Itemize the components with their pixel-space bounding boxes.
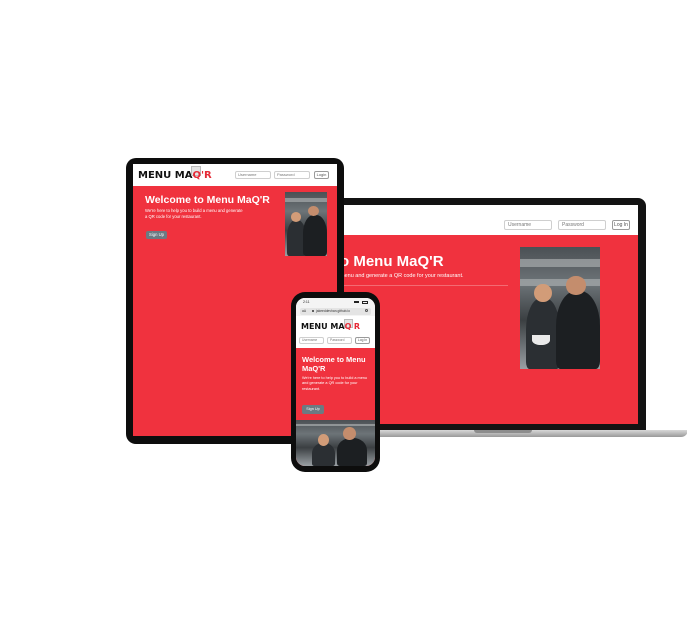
tablet-signup-button[interactable]: Sign Up — [146, 231, 167, 239]
laptop-username-input[interactable]: Username — [504, 220, 552, 230]
tablet-username-input[interactable]: Username — [235, 171, 271, 179]
laptop-screen: Username Password Log In o Menu MaQ'R me… — [338, 205, 638, 424]
phone-status-bar: 2:11 — [296, 298, 375, 306]
tablet-password-input[interactable]: Password — [274, 171, 310, 179]
phone-login-button[interactable]: Log In — [355, 337, 370, 344]
tablet-page-description: We're here to help you to build a menu a… — [145, 208, 243, 219]
laptop-page-title: o Menu MaQ'R — [340, 253, 444, 270]
phone-page-description: We're here to help you to build a menu a… — [302, 376, 368, 391]
laptop-password-input[interactable]: Password — [558, 220, 606, 230]
tablet-login-button[interactable]: Login — [314, 171, 329, 179]
tablet-navbar: MENU MA Q'R Username Password Login — [133, 164, 337, 186]
phone-navbar: MENU MA Q'R Username Password Log In — [296, 316, 375, 348]
tablet-page-title: Welcome to Menu MaQ'R — [145, 194, 270, 206]
phone-signup-button[interactable]: Sign Up — [302, 405, 324, 414]
tablet-logo: MENU MA Q'R — [138, 166, 212, 181]
phone-screen: 2:11 aA jakeeddevhan.github.io MENU MA Q'… — [296, 298, 375, 466]
phone-password-input[interactable]: Password — [327, 337, 352, 344]
lock-icon — [312, 309, 314, 312]
signal-icon — [354, 301, 359, 303]
laptop-divider — [338, 285, 508, 286]
laptop-kitchen-photo — [520, 247, 600, 369]
phone-time: 2:11 — [303, 300, 310, 304]
phone-browser-bar: aA jakeeddevhan.github.io — [296, 306, 375, 316]
laptop-page-description: menu and generate a QR code for your res… — [340, 273, 464, 279]
laptop-navbar: Username Password Log In — [338, 205, 638, 235]
laptop-hero-section: o Menu MaQ'R menu and generate a QR code… — [338, 235, 638, 424]
phone-logo: MENU MA Q'R — [301, 319, 360, 331]
phone-text-size-button[interactable]: aA — [302, 308, 306, 315]
reload-icon[interactable] — [365, 309, 368, 312]
phone-title-line2: MaQ'R — [302, 364, 326, 373]
phone-hero-section: Welcome to Menu MaQ'R We're here to help… — [296, 348, 375, 466]
phone-kitchen-photo — [296, 420, 375, 466]
phone-url-text: jakeeddevhan.github.io — [316, 308, 350, 313]
phone-username-input[interactable]: Username — [299, 337, 324, 344]
phone-page-title: Welcome to Menu MaQ'R — [302, 355, 366, 373]
phone-url-field[interactable]: aA jakeeddevhan.github.io — [300, 307, 371, 315]
battery-icon — [362, 300, 368, 304]
tablet-kitchen-photo — [285, 192, 327, 256]
laptop-login-button[interactable]: Log In — [612, 220, 630, 230]
laptop-hinge-notch — [474, 430, 532, 433]
phone-title-line1: Welcome to Menu — [302, 355, 366, 364]
